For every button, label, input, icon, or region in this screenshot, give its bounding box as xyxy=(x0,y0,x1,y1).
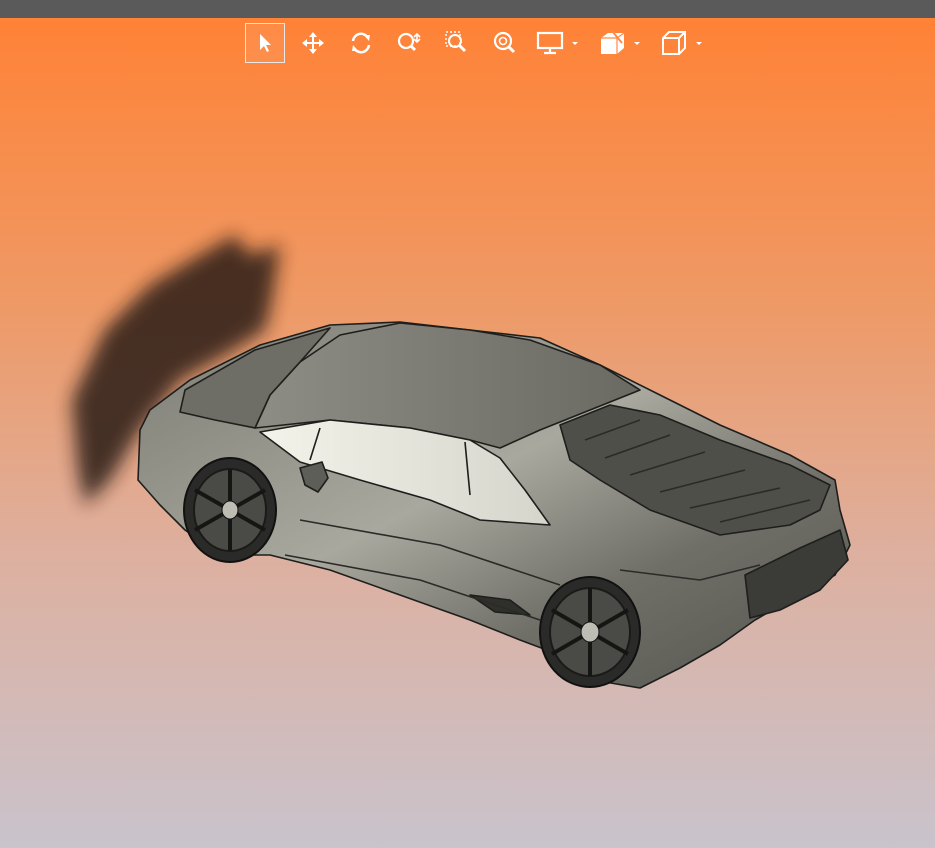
zoom-fit-tool-button[interactable] xyxy=(485,23,525,63)
scene-canvas[interactable] xyxy=(0,18,935,848)
rotate-icon xyxy=(351,32,371,54)
3d-viewport[interactable] xyxy=(0,18,935,848)
chevron-down-icon xyxy=(572,42,578,45)
monitor-icon xyxy=(536,31,564,55)
section-cube-icon xyxy=(601,30,625,54)
chevron-down-icon xyxy=(696,42,702,45)
move-arrows-icon xyxy=(302,32,324,54)
zoom-window-tool-button[interactable] xyxy=(437,23,477,63)
view-orientation-button[interactable] xyxy=(657,23,705,63)
zoom-tool-button[interactable] xyxy=(389,23,429,63)
window-title-bar xyxy=(0,0,935,18)
pan-tool-button[interactable] xyxy=(293,23,333,63)
section-view-button[interactable] xyxy=(595,23,643,63)
zoom-window-icon xyxy=(445,31,467,53)
rear-wheel xyxy=(539,576,641,688)
rotate-tool-button[interactable] xyxy=(341,23,381,63)
chevron-down-icon xyxy=(634,42,640,45)
cube-icon xyxy=(662,31,686,55)
zoom-icon xyxy=(397,32,421,52)
display-style-button[interactable] xyxy=(533,23,581,63)
cursor-arrow-icon xyxy=(260,34,271,52)
front-wheel xyxy=(183,457,277,563)
zoom-fit-icon xyxy=(493,31,516,54)
select-tool-button[interactable] xyxy=(245,23,285,63)
view-toolbar xyxy=(245,21,719,65)
